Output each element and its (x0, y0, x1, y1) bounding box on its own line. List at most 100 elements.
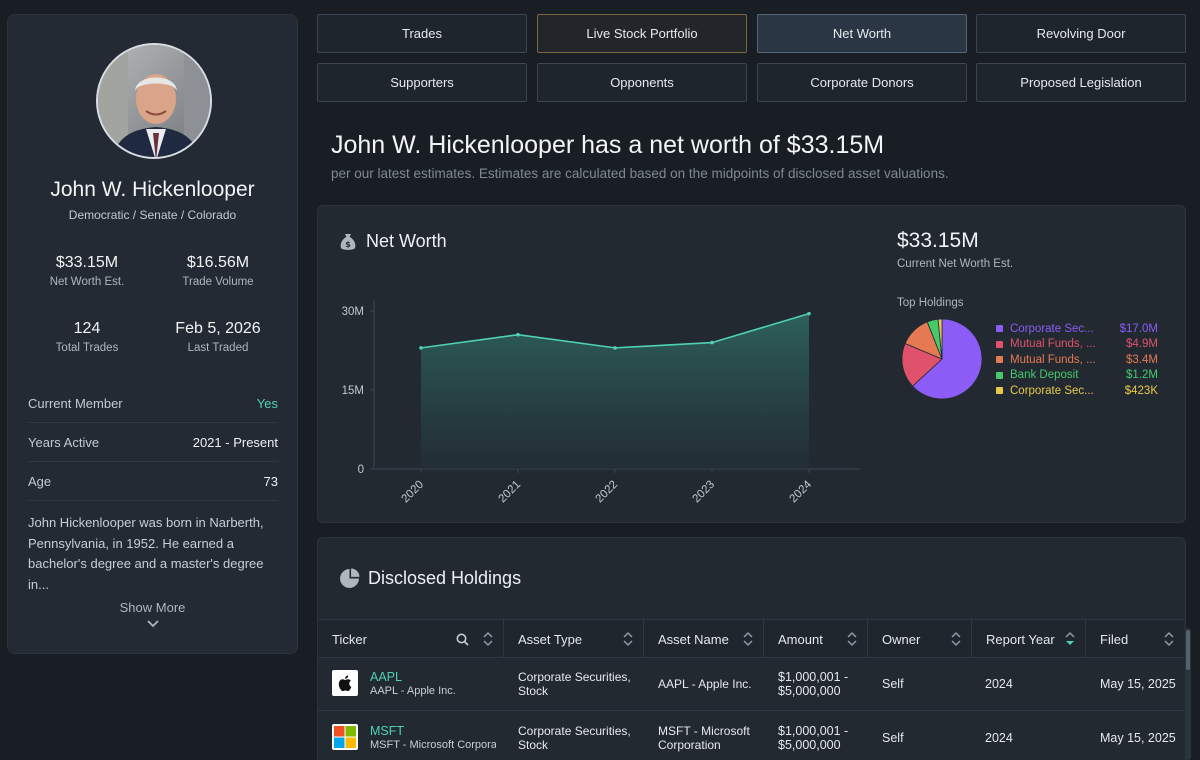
col-report-year[interactable]: Report Year (972, 620, 1086, 659)
col-asset-type[interactable]: Asset Type (504, 620, 644, 659)
tab-supporters[interactable]: Supporters (317, 63, 527, 102)
sort-desc-icon[interactable] (1065, 631, 1075, 647)
sort-icon[interactable] (1164, 631, 1174, 647)
bio-text: John Hickenlooper was born in Narberth, … (28, 515, 264, 592)
current-net-worth-label: Current Net Worth Est. (897, 258, 1014, 270)
y-tick-label: 0 (358, 464, 364, 476)
col-filed[interactable]: Filed (1086, 620, 1184, 659)
amount: $1,000,001 - $5,000,000 (778, 670, 848, 698)
search-icon[interactable] (456, 633, 469, 646)
microsoft-logo-icon (332, 724, 358, 750)
y-tick-label: 15M (342, 385, 364, 397)
legend-value: $423K (1124, 384, 1158, 397)
row-value: Yes (256, 396, 278, 411)
col-asset-type-label: Asset Type (518, 632, 583, 647)
sort-icon[interactable] (623, 631, 633, 647)
profile-card: John W. Hickenlooper Democratic / Senate… (7, 14, 298, 654)
asset-type-line: Stock (518, 738, 549, 752)
col-owner-label: Owner (882, 632, 921, 647)
col-owner[interactable]: Owner (868, 620, 972, 659)
row-key: Current Member (28, 396, 123, 411)
x-tick-label: 2022 (594, 479, 621, 506)
legend-item[interactable]: Mutual Funds, ... $4.9M (996, 337, 1158, 353)
asset-name: AAPL - Apple Inc. (658, 677, 752, 691)
col-amount[interactable]: Amount (764, 620, 868, 659)
current-net-worth-value: $33.15M (897, 229, 979, 252)
col-asset-name-label: Asset Name (658, 632, 729, 647)
tab-corporate-donors[interactable]: Corporate Donors (757, 63, 967, 102)
legend-label: Mutual Funds, ... (1010, 353, 1096, 366)
row-current-member: Current Member Yes (28, 385, 278, 423)
report-year: 2024 (985, 731, 1013, 745)
legend-item[interactable]: Bank Deposit $1.2M (996, 368, 1158, 384)
svg-text:$: $ (345, 240, 351, 249)
row-value: 73 (263, 474, 278, 489)
legend-swatch (996, 371, 1003, 379)
table-scrollbar-thumb[interactable] (1186, 630, 1190, 670)
show-more-link[interactable]: Show More (8, 600, 297, 615)
tab-live-stock-portfolio[interactable]: Live Stock Portfolio (537, 14, 747, 53)
sort-icon[interactable] (951, 631, 961, 647)
asset-type-line: Stock (518, 684, 549, 698)
legend-swatch (996, 325, 1003, 333)
sort-icon[interactable] (847, 631, 857, 647)
stat-label: Trade Volume (182, 276, 254, 288)
row-key: Age (28, 474, 52, 489)
net-worth-chart[interactable]: 0 15M 30M 2020 2021 2022 2023 2024 (330, 285, 870, 510)
sort-icon[interactable] (743, 631, 753, 647)
avatar (96, 43, 212, 159)
chevron-down-icon[interactable] (146, 619, 160, 629)
page-title: John W. Hickenlooper has a net worth of … (331, 131, 885, 159)
legend-item[interactable]: Corporate Sec... $423K (996, 383, 1158, 399)
ticker-name: AAPL - Apple Inc. (370, 685, 456, 697)
col-ticker[interactable]: Ticker (318, 620, 504, 659)
owner: Self (882, 731, 904, 745)
x-tick-label: 2024 (788, 478, 815, 505)
table-row[interactable]: MSFT MSFT - Microsoft Corporation Corpor… (318, 712, 1184, 760)
tab-trades[interactable]: Trades (317, 14, 527, 53)
stat-label: Total Trades (55, 342, 119, 354)
asset-name: MSFT - Microsoft Corporation (658, 724, 750, 752)
filed-date: May 15, 2025 (1100, 677, 1176, 691)
tab-net-worth[interactable]: Net Worth (757, 14, 967, 53)
legend-value: $3.4M (1126, 353, 1158, 366)
data-point[interactable] (807, 311, 811, 316)
page-subtitle: per our latest estimates. Estimates are … (331, 166, 949, 181)
stat-net-worth: $33.15M Net Worth Est. (17, 254, 157, 288)
legend-label: Bank Deposit (1010, 369, 1079, 382)
profile-subtitle: Democratic / Senate / Colorado (68, 208, 237, 222)
col-report-year-label: Report Year (986, 632, 1055, 647)
table-row[interactable]: AAPL AAPL - Apple Inc. Corporate Securit… (318, 658, 1184, 711)
data-point[interactable] (516, 332, 520, 337)
stat-label: Net Worth Est. (49, 276, 125, 288)
asset-type: Corporate Securities, Stock (518, 724, 631, 752)
x-tick-label: 2020 (400, 479, 427, 506)
data-point[interactable] (613, 346, 617, 350)
legend-item[interactable]: Mutual Funds, ... $3.4M (996, 352, 1158, 368)
ticker-name: MSFT - Microsoft Corporation (370, 739, 496, 751)
legend-value: $4.9M (1126, 338, 1158, 351)
holdings-title-label: Disclosed Holdings (368, 568, 522, 588)
top-holdings-title: Top Holdings (897, 297, 964, 309)
ticker-link[interactable]: MSFT (370, 724, 404, 738)
legend-item[interactable]: Corporate Sec... $17.0M (996, 321, 1158, 337)
amount-line: $1,000,001 - (778, 724, 849, 738)
amount: $1,000,001 - $5,000,000 (778, 724, 848, 752)
sort-icon[interactable] (483, 631, 493, 647)
tab-opponents[interactable]: Opponents (537, 63, 747, 102)
stat-value: $16.56M (186, 254, 250, 271)
stat-value: 124 (73, 320, 101, 337)
asset-type-line: Corporate Securities, (518, 670, 631, 684)
stat-last-traded: Feb 5, 2026 Last Traded (148, 320, 288, 354)
tab-proposed-legislation[interactable]: Proposed Legislation (976, 63, 1186, 102)
money-bag-icon: $ (340, 233, 356, 250)
data-point[interactable] (710, 340, 714, 345)
tab-revolving-door[interactable]: Revolving Door (976, 14, 1186, 53)
legend-value: $1.2M (1126, 369, 1158, 382)
top-holdings-legend: Corporate Sec... $17.0M Mutual Funds, ... $… (996, 321, 1158, 399)
amount-line: $1,000,001 - (778, 670, 849, 684)
col-asset-name[interactable]: Asset Name (644, 620, 764, 659)
ticker-link[interactable]: AAPL (370, 670, 402, 684)
data-point[interactable] (419, 346, 423, 350)
top-holdings-pie-chart[interactable] (900, 318, 984, 402)
